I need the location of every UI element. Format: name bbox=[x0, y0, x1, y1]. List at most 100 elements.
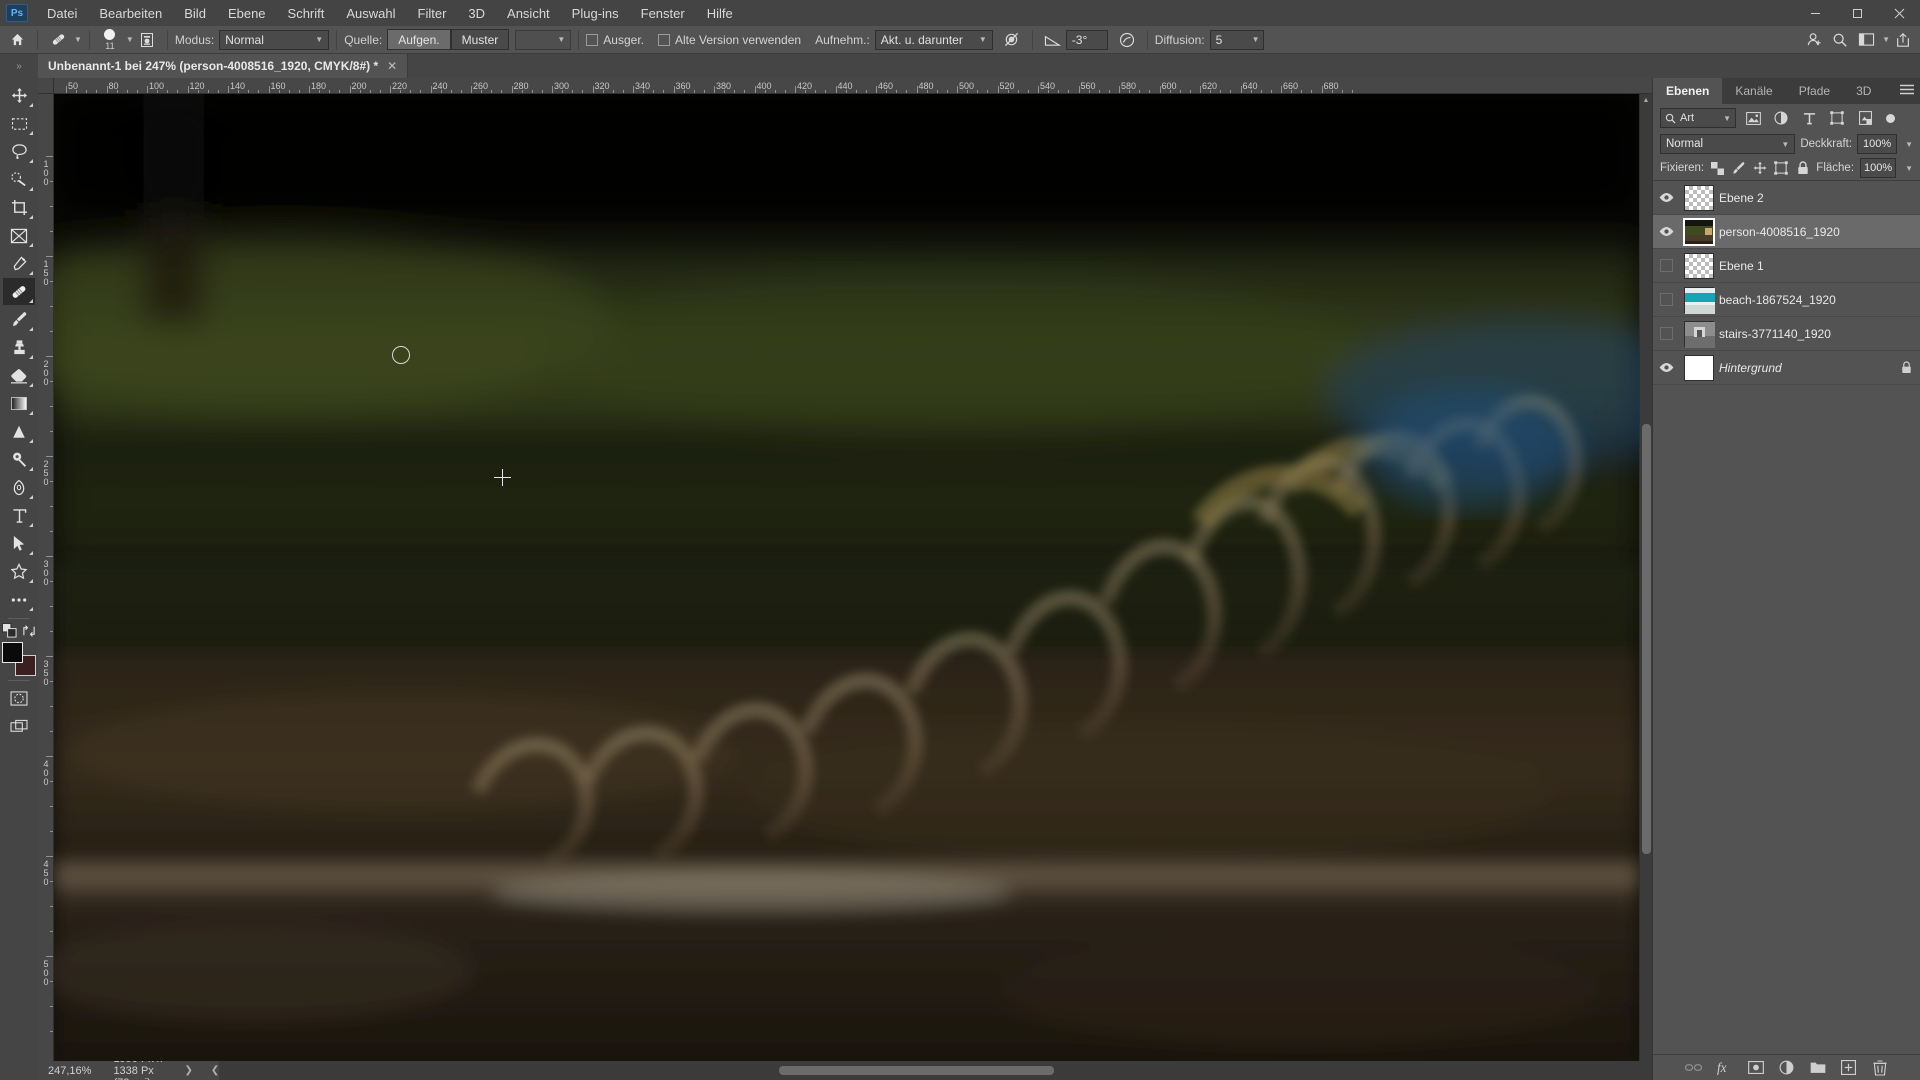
edit-toolbar-button[interactable] bbox=[3, 586, 35, 613]
workspace-icon[interactable] bbox=[1853, 29, 1879, 51]
filter-shape-icon[interactable] bbox=[1826, 108, 1848, 128]
filter-smart-object-icon[interactable] bbox=[1854, 108, 1876, 128]
filter-kind-select[interactable]: Art ▼ bbox=[1660, 108, 1736, 128]
blend-mode-select[interactable]: Normal ▼ bbox=[1660, 134, 1796, 154]
panel-menu-icon[interactable] bbox=[1900, 84, 1914, 96]
panel-tab-kan-le[interactable]: Kanäle bbox=[1722, 78, 1785, 104]
tool-crop[interactable] bbox=[3, 194, 35, 221]
menu-item-auswahl[interactable]: Auswahl bbox=[335, 2, 406, 25]
tool-healing-brush[interactable] bbox=[3, 278, 35, 305]
layer-style-fx-icon[interactable]: fx bbox=[1716, 1059, 1733, 1076]
layer-row[interactable]: Ebene 2 bbox=[1653, 181, 1920, 215]
close-button[interactable] bbox=[1878, 0, 1920, 26]
tool-eraser[interactable] bbox=[3, 362, 35, 389]
menu-item-ansicht[interactable]: Ansicht bbox=[496, 2, 561, 25]
tool-brush[interactable] bbox=[3, 306, 35, 333]
tool-frame[interactable] bbox=[3, 222, 35, 249]
opacity-chevron-icon[interactable]: ▼ bbox=[1905, 140, 1913, 149]
aligned-checkbox[interactable]: Ausger. bbox=[586, 33, 644, 47]
default-colors-icon[interactable] bbox=[2, 623, 17, 638]
tool-pen[interactable] bbox=[3, 474, 35, 501]
scroll-up-arrow-icon[interactable]: ▲ bbox=[1640, 94, 1652, 107]
panel-tab-pfade[interactable]: Pfade bbox=[1786, 78, 1843, 104]
chevron-left-icon[interactable]: ❮ bbox=[211, 1065, 219, 1076]
vertical-ruler[interactable]: 100 150 200 250 300 350 400 450 500 bbox=[38, 94, 54, 1061]
tool-path-selection[interactable] bbox=[3, 530, 35, 557]
menu-item-datei[interactable]: Datei bbox=[36, 2, 88, 25]
foreground-color-swatch[interactable] bbox=[2, 642, 23, 663]
link-layers-icon[interactable] bbox=[1685, 1059, 1702, 1076]
tool-blur[interactable] bbox=[3, 418, 35, 445]
menu-item-bild[interactable]: Bild bbox=[173, 2, 217, 25]
color-swatches[interactable] bbox=[2, 642, 36, 676]
chevron-right-icon[interactable]: ❯ bbox=[184, 1065, 192, 1076]
layer-thumbnail[interactable] bbox=[1679, 184, 1719, 211]
home-icon[interactable] bbox=[4, 29, 30, 51]
tab-bar-handle[interactable]: » bbox=[0, 54, 38, 78]
new-layer-icon[interactable] bbox=[1840, 1059, 1857, 1076]
menu-item-hilfe[interactable]: Hilfe bbox=[696, 2, 744, 25]
tool-move[interactable] bbox=[3, 82, 35, 109]
canvas-viewport[interactable] bbox=[54, 94, 1639, 1061]
tool-quick-selection[interactable] bbox=[3, 166, 35, 193]
layer-visibility-eye-icon[interactable] bbox=[1653, 362, 1679, 373]
maximize-button[interactable] bbox=[1836, 0, 1878, 26]
tool-rectangular-marquee[interactable] bbox=[3, 110, 35, 137]
sample-select[interactable]: Akt. u. darunter ▼ bbox=[874, 29, 993, 50]
layer-mask-icon[interactable] bbox=[1747, 1059, 1764, 1076]
minimize-button[interactable] bbox=[1794, 0, 1836, 26]
share-icon[interactable] bbox=[1890, 29, 1916, 51]
document-tab[interactable]: Unbenannt-1 bei 247% (person-4008516_192… bbox=[38, 54, 409, 78]
layer-row[interactable]: Hintergrund bbox=[1653, 351, 1920, 385]
zoom-level[interactable]: 247,16% bbox=[48, 1065, 91, 1077]
mode-select[interactable]: Normal ▼ bbox=[219, 29, 330, 50]
horizontal-ruler[interactable]: 50 80 100 120 140 160 180 200 220 240 260 280 300 320… bbox=[54, 78, 1652, 94]
panel-tab-ebenen[interactable]: Ebenen bbox=[1653, 78, 1723, 104]
tool-dodge[interactable] bbox=[3, 446, 35, 473]
lock-transparency-icon[interactable] bbox=[1710, 159, 1725, 177]
chevron-down-icon[interactable]: ▼ bbox=[1882, 35, 1890, 44]
scrollbar-thumb[interactable] bbox=[779, 1066, 1055, 1075]
filter-toggle-icon[interactable] bbox=[1882, 108, 1898, 128]
scrollbar-thumb[interactable] bbox=[1642, 424, 1651, 854]
adjustment-layer-icon[interactable] bbox=[1778, 1059, 1795, 1076]
delete-layer-icon[interactable] bbox=[1871, 1059, 1888, 1076]
layer-visibility-off-icon[interactable] bbox=[1653, 259, 1679, 272]
diffusion-field[interactable]: 5 ▼ bbox=[1209, 29, 1264, 50]
tool-gradient[interactable] bbox=[3, 390, 35, 417]
fill-chevron-icon[interactable]: ▼ bbox=[1905, 164, 1913, 173]
new-group-icon[interactable] bbox=[1809, 1059, 1826, 1076]
tool-type[interactable] bbox=[3, 502, 35, 529]
layer-thumbnail[interactable] bbox=[1679, 354, 1719, 381]
active-tool-healing-brush-icon[interactable] bbox=[45, 29, 71, 51]
filter-pixel-icon[interactable] bbox=[1742, 108, 1764, 128]
menu-item-fenster[interactable]: Fenster bbox=[630, 2, 696, 25]
angle-field[interactable]: -3° bbox=[1065, 29, 1108, 50]
menu-item-schrift[interactable]: Schrift bbox=[277, 2, 336, 25]
layer-thumbnail[interactable] bbox=[1679, 320, 1719, 348]
add-user-icon[interactable] bbox=[1801, 29, 1827, 51]
layer-row[interactable]: person-4008516_1920 bbox=[1653, 215, 1920, 249]
brush-size-preview[interactable]: 11 bbox=[97, 28, 123, 51]
panel-tab-3d[interactable]: 3D bbox=[1843, 78, 1884, 104]
screen-mode-icon[interactable] bbox=[3, 713, 35, 740]
pressure-for-size-icon[interactable] bbox=[1114, 29, 1140, 51]
tool-eyedropper[interactable] bbox=[3, 250, 35, 277]
lock-image-icon[interactable] bbox=[1731, 159, 1746, 177]
layer-row[interactable]: Ebene 1 bbox=[1653, 249, 1920, 283]
swap-colors-icon[interactable] bbox=[22, 624, 36, 638]
canvas-vertical-scrollbar[interactable]: ▲ bbox=[1639, 94, 1652, 1061]
lock-all-icon[interactable] bbox=[1795, 159, 1810, 177]
lock-artboard-icon[interactable] bbox=[1774, 159, 1789, 177]
layer-visibility-eye-icon[interactable] bbox=[1653, 226, 1679, 237]
filter-adjustment-icon[interactable] bbox=[1770, 108, 1792, 128]
tool-custom-shape[interactable] bbox=[3, 558, 35, 585]
legacy-checkbox[interactable]: Alte Version verwenden bbox=[658, 33, 801, 47]
tool-clone-stamp[interactable] bbox=[3, 334, 35, 361]
source-sampled-button[interactable]: Aufgen. bbox=[387, 29, 451, 50]
layer-visibility-eye-icon[interactable] bbox=[1653, 192, 1679, 203]
fill-field[interactable]: 100% bbox=[1860, 158, 1897, 178]
source-pattern-button[interactable]: Muster bbox=[450, 29, 510, 50]
ignore-adjustment-layers-icon[interactable] bbox=[999, 29, 1025, 51]
brush-panel-icon[interactable] bbox=[134, 29, 160, 51]
